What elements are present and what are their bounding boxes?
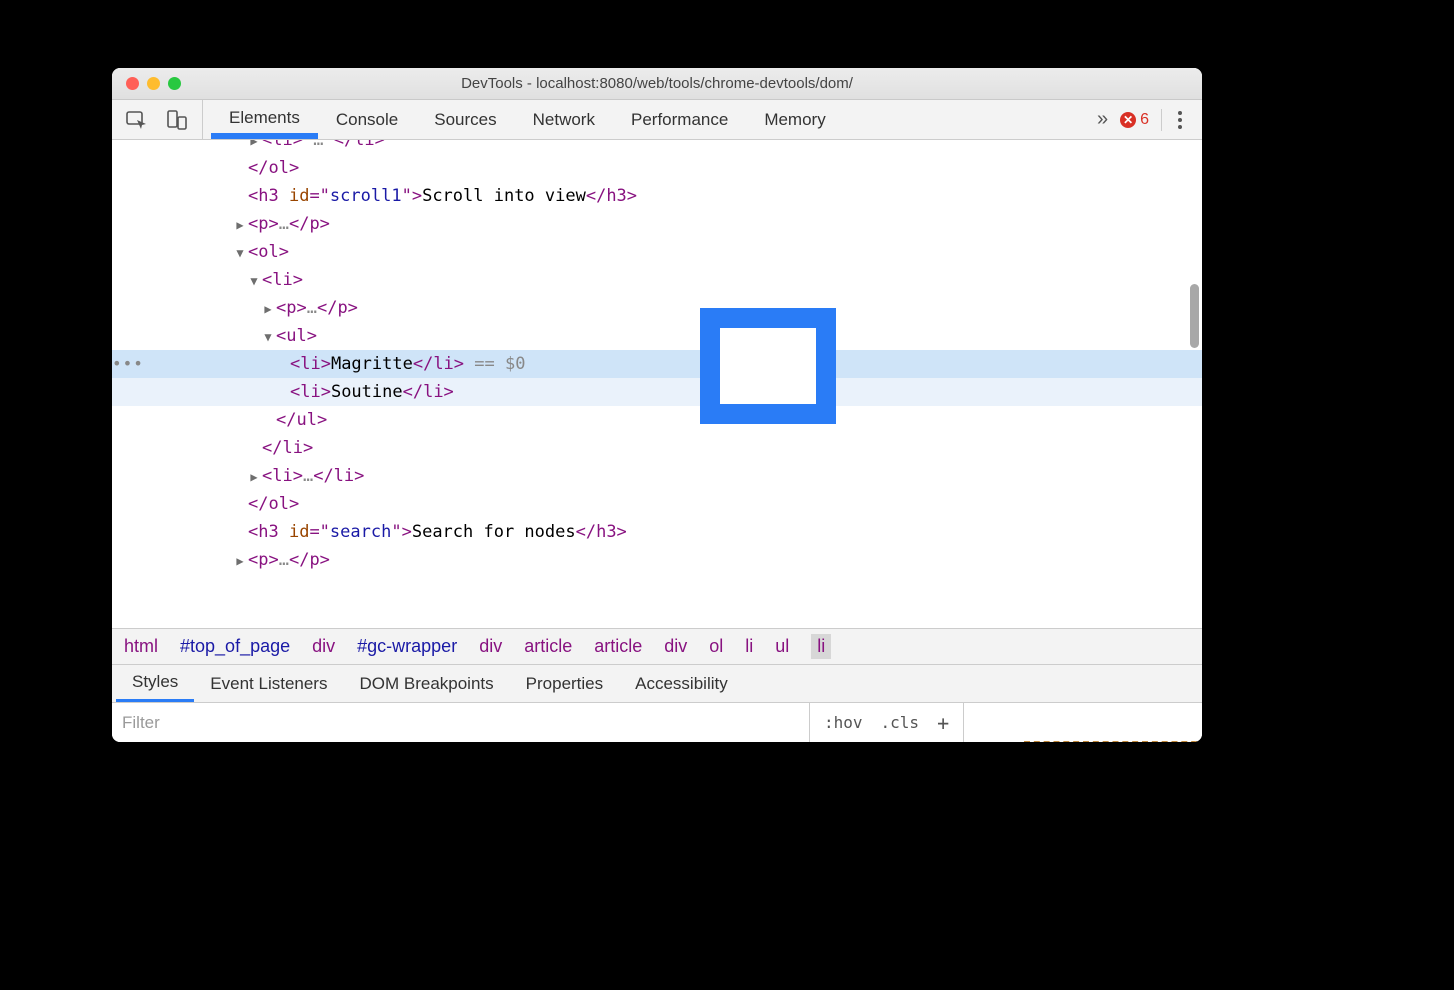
dom-row[interactable]: <li>Soutine</li> (112, 378, 1202, 406)
dom-row[interactable]: <h3 id="scroll1">Scroll into view</h3> (112, 182, 1202, 210)
subtab-styles[interactable]: Styles (116, 665, 194, 702)
crumb-ul[interactable]: ul (775, 636, 789, 657)
tab-elements[interactable]: Elements (211, 100, 318, 139)
dom-tree[interactable]: ▶<li> … </li> </ol> <h3 id="scroll1">Scr… (112, 140, 1202, 628)
tab-network[interactable]: Network (515, 100, 613, 139)
dom-row-content: ▶<li> … </li> (136, 140, 385, 154)
tabs-left-tools (112, 100, 203, 139)
dom-row[interactable]: ▶<li> … </li> (112, 140, 1202, 154)
dom-row-content: ▶<li>…</li> (136, 462, 364, 491)
subpanel-tabs: StylesEvent ListenersDOM BreakpointsProp… (112, 664, 1202, 702)
dom-row-content: <h3 id="scroll1">Scroll into view</h3> (136, 182, 637, 211)
divider (1161, 109, 1162, 131)
tab-memory[interactable]: Memory (746, 100, 843, 139)
tabs-right-tools: » ✕ 6 (1081, 100, 1202, 139)
subtab-dom-breakpoints[interactable]: DOM Breakpoints (343, 665, 509, 702)
dom-row-content: ▶<p>…</p> (136, 546, 330, 575)
dom-row[interactable]: </ol> (112, 490, 1202, 518)
minimize-icon[interactable] (147, 77, 160, 90)
crumb-div[interactable]: div (664, 636, 687, 657)
crumb-ol[interactable]: ol (709, 636, 723, 657)
dom-row[interactable]: ▶<li>…</li> (112, 462, 1202, 490)
tab-performance[interactable]: Performance (613, 100, 746, 139)
main-tabs-row: ElementsConsoleSourcesNetworkPerformance… (112, 100, 1202, 140)
styles-filter-wrap (112, 703, 810, 742)
crumb-div[interactable]: div (312, 636, 335, 657)
cls-toggle[interactable]: .cls (881, 713, 920, 732)
tab-sources[interactable]: Sources (416, 100, 514, 139)
error-icon: ✕ (1120, 112, 1136, 128)
highlight-overlay-icon (700, 308, 836, 424)
dom-row[interactable]: ▶<p>…</p> (112, 294, 1202, 322)
crumb-li[interactable]: li (811, 634, 831, 659)
dom-row-content: ▼<ol> (136, 238, 289, 267)
dom-row-content: </ol> (136, 154, 299, 183)
dom-row[interactable]: ▶<p>…</p> (112, 546, 1202, 574)
hov-toggle[interactable]: :hov (824, 713, 863, 732)
tab-console[interactable]: Console (318, 100, 416, 139)
crumb-div[interactable]: div (479, 636, 502, 657)
window-title: DevTools - localhost:8080/web/tools/chro… (112, 75, 1202, 92)
dom-row[interactable]: </ul> (112, 406, 1202, 434)
dom-row-content: ▶<p>…</p> (136, 294, 358, 323)
scrollbar-thumb[interactable] (1190, 284, 1199, 348)
crumb-html[interactable]: html (124, 636, 158, 657)
dom-row-content: </ol> (136, 490, 299, 519)
toggle-device-icon[interactable] (166, 109, 188, 131)
dom-row-content: <h3 id="search">Search for nodes</h3> (136, 518, 627, 547)
devtools-window: DevTools - localhost:8080/web/tools/chro… (112, 68, 1202, 742)
elements-panel: ▶<li> … </li> </ol> <h3 id="scroll1">Scr… (112, 140, 1202, 628)
dom-row[interactable]: ••• <li>Magritte</li> == $0 (112, 350, 1202, 378)
subtab-properties[interactable]: Properties (510, 665, 619, 702)
dom-row-content: ▼<ul> (136, 322, 317, 351)
dom-row[interactable]: ▼<ol> (112, 238, 1202, 266)
breadcrumb: html #top_of_page div #gc-wrapper div article… (112, 628, 1202, 664)
dom-row[interactable]: ▼<ul> (112, 322, 1202, 350)
close-icon[interactable] (126, 77, 139, 90)
styles-quick-tools: :hov .cls + (810, 703, 964, 742)
dom-row-content: </li> (136, 434, 313, 463)
settings-menu-icon[interactable] (1174, 107, 1186, 133)
titlebar: DevTools - localhost:8080/web/tools/chro… (112, 68, 1202, 100)
more-tabs-icon[interactable]: » (1097, 108, 1108, 131)
main-tabs: ElementsConsoleSourcesNetworkPerformance… (203, 100, 1081, 139)
styles-toolbar: :hov .cls + (112, 702, 1202, 742)
maximize-icon[interactable] (168, 77, 181, 90)
traffic-lights (126, 77, 181, 90)
crumb-gc-wrapper[interactable]: #gc-wrapper (357, 636, 457, 657)
dom-row[interactable]: </ol> (112, 154, 1202, 182)
dom-row-content: <li>Soutine</li> (136, 378, 454, 407)
crumb-li[interactable]: li (745, 636, 753, 657)
dom-row[interactable]: ▶<p>…</p> (112, 210, 1202, 238)
subtab-event-listeners[interactable]: Event Listeners (194, 665, 343, 702)
crumb-top_of_page[interactable]: #top_of_page (180, 636, 290, 657)
box-model-preview (964, 703, 1202, 742)
inspect-element-icon[interactable] (126, 109, 148, 131)
dom-row-content: </ul> (136, 406, 327, 435)
subtab-accessibility[interactable]: Accessibility (619, 665, 744, 702)
dom-row-content: <li>Magritte</li> == $0 (136, 350, 525, 379)
error-count: 6 (1140, 111, 1149, 129)
dom-row-content: ▼<li> (136, 266, 303, 295)
crumb-article[interactable]: article (524, 636, 572, 657)
dom-row[interactable]: <h3 id="search">Search for nodes</h3> (112, 518, 1202, 546)
dom-row-content: ▶<p>…</p> (136, 210, 330, 239)
dom-row[interactable]: ▼<li> (112, 266, 1202, 294)
row-gutter: ••• (112, 350, 136, 378)
dom-row[interactable]: </li> (112, 434, 1202, 462)
crumb-article[interactable]: article (594, 636, 642, 657)
styles-filter-input[interactable] (122, 713, 799, 733)
error-badge[interactable]: ✕ 6 (1120, 111, 1149, 129)
new-style-rule-icon[interactable]: + (937, 711, 949, 735)
